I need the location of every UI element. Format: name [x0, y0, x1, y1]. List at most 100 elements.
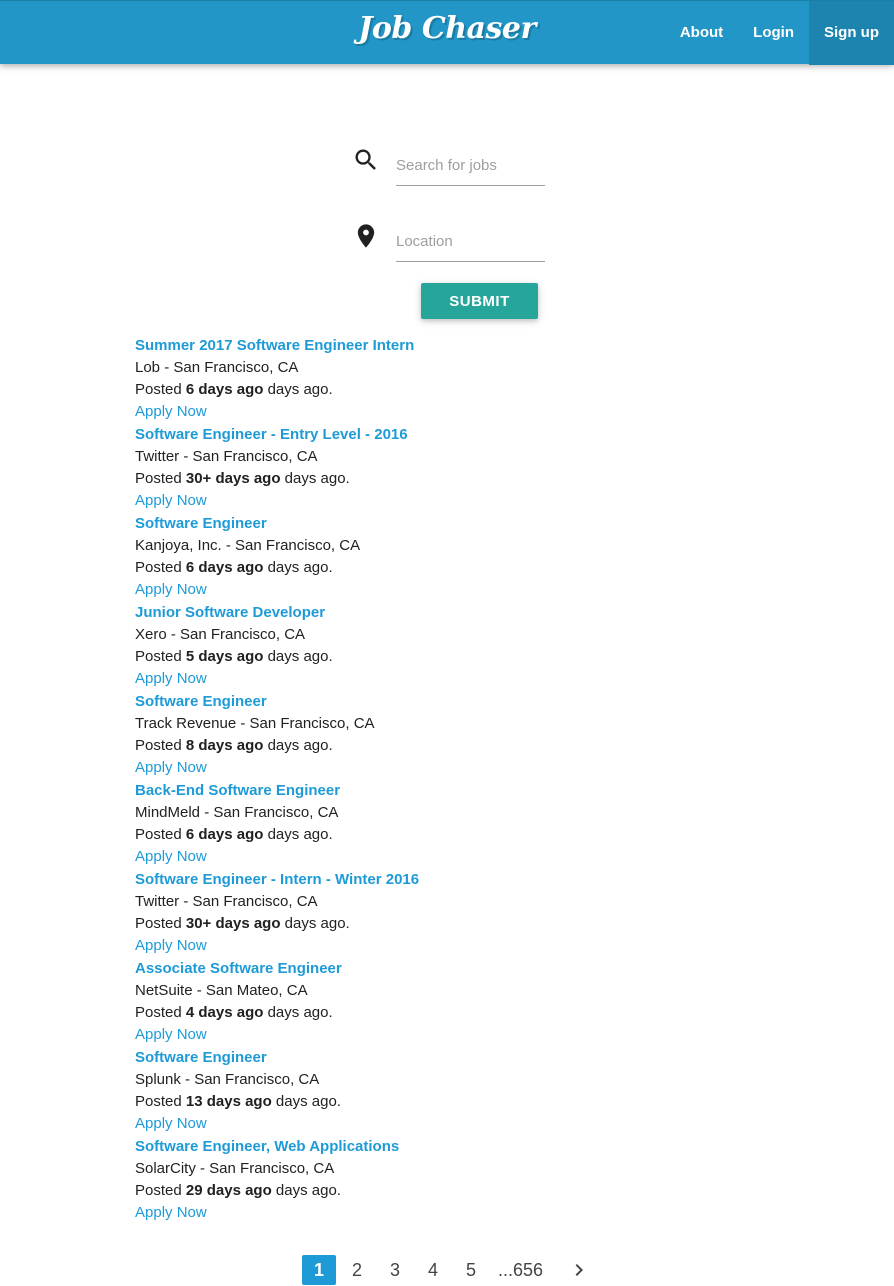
job-item: Software Engineer - Intern - Winter 2016… [135, 869, 735, 958]
posted-age: 30+ days ago [185, 470, 281, 487]
posted-prefix: Posted [135, 826, 186, 843]
posted-prefix: Posted [135, 1004, 186, 1021]
posted-age: 8 days ago [185, 737, 264, 754]
job-title-link[interactable]: Software Engineer [135, 513, 735, 535]
posted-suffix: days ago. [263, 381, 333, 398]
job-title-link[interactable]: Software Engineer, Web Applications [135, 1136, 735, 1158]
nav-login-link[interactable]: Login [738, 1, 809, 65]
posted-age: 5 days ago [185, 648, 264, 665]
posted-age: 4 days ago [185, 1004, 264, 1021]
job-title-link[interactable]: Junior Software Developer [135, 602, 735, 624]
posted-age: 6 days ago [185, 559, 264, 576]
posted-prefix: Posted [135, 470, 186, 487]
posted-suffix: days ago. [271, 1093, 341, 1110]
job-company-location: Track Revenue - San Francisco, CA [135, 715, 375, 732]
job-posted: Posted 30+ days ago days ago. [135, 913, 735, 935]
page-4-button[interactable]: 4 [416, 1255, 450, 1285]
job-posted: Posted 6 days ago days ago. [135, 557, 735, 579]
job-list: Summer 2017 Software Engineer Intern Lob… [135, 335, 735, 1225]
job-title-link[interactable]: Software Engineer - Entry Level - 2016 [135, 424, 735, 446]
job-item: Software Engineer Track Revenue - San Fr… [135, 691, 735, 780]
apply-now-link[interactable]: Apply Now [135, 757, 735, 779]
job-title-link[interactable]: Software Engineer [135, 1047, 735, 1069]
posted-age: 30+ days ago [185, 915, 281, 932]
job-item: Associate Software Engineer NetSuite - S… [135, 958, 735, 1047]
posted-suffix: days ago. [263, 826, 333, 843]
job-company-location: SolarCity - San Francisco, CA [135, 1160, 335, 1177]
job-company-location: Lob - San Francisco, CA [135, 359, 299, 376]
job-search-input[interactable] [396, 146, 545, 186]
posted-prefix: Posted [135, 648, 186, 665]
submit-button[interactable]: SUBMIT [421, 283, 538, 319]
posted-suffix: days ago. [263, 648, 333, 665]
location-input[interactable] [396, 222, 545, 262]
job-posted: Posted 5 days ago days ago. [135, 646, 735, 668]
page-1-button[interactable]: 1 [302, 1255, 336, 1285]
job-company-location: Xero - San Francisco, CA [135, 626, 306, 643]
job-posted: Posted 30+ days ago days ago. [135, 468, 735, 490]
chevron-right-icon [575, 1264, 584, 1276]
posted-prefix: Posted [135, 737, 186, 754]
posted-age: 6 days ago [185, 381, 264, 398]
job-company-location: Twitter - San Francisco, CA [135, 893, 318, 910]
nav-links: About Login Sign up [665, 1, 894, 65]
next-page-button[interactable] [567, 1255, 591, 1285]
page-5-button[interactable]: 5 [454, 1255, 488, 1285]
location-search-row [352, 222, 546, 272]
job-title-link[interactable]: Software Engineer [135, 691, 735, 713]
job-item: Junior Software Developer Xero - San Fra… [135, 602, 735, 691]
posted-age: 29 days ago [185, 1182, 272, 1199]
page-2-button[interactable]: 2 [340, 1255, 374, 1285]
job-title-link[interactable]: Summer 2017 Software Engineer Intern [135, 335, 735, 357]
job-company-location: Kanjoya, Inc. - San Francisco, CA [135, 537, 361, 554]
posted-suffix: days ago. [263, 559, 333, 576]
job-title-link[interactable]: Associate Software Engineer [135, 958, 735, 980]
apply-now-link[interactable]: Apply Now [135, 490, 735, 512]
job-title-link[interactable]: Back-End Software Engineer [135, 780, 735, 802]
page-3-button[interactable]: 3 [378, 1255, 412, 1285]
posted-suffix: days ago. [263, 1004, 333, 1021]
page-last-button[interactable]: ...656 [492, 1255, 549, 1285]
apply-now-link[interactable]: Apply Now [135, 668, 735, 690]
apply-now-link[interactable]: Apply Now [135, 1113, 735, 1135]
job-item: Software Engineer Kanjoya, Inc. - San Fr… [135, 513, 735, 602]
job-posted: Posted 8 days ago days ago. [135, 735, 735, 757]
apply-now-link[interactable]: Apply Now [135, 846, 735, 868]
posted-suffix: days ago. [280, 915, 350, 932]
job-posted: Posted 6 days ago days ago. [135, 379, 735, 401]
posted-suffix: days ago. [280, 470, 350, 487]
posted-prefix: Posted [135, 1093, 186, 1110]
posted-prefix: Posted [135, 915, 186, 932]
job-posted: Posted 29 days ago days ago. [135, 1180, 735, 1202]
job-item: Summer 2017 Software Engineer Intern Lob… [135, 335, 735, 424]
job-posted: Posted 6 days ago days ago. [135, 824, 735, 846]
posted-prefix: Posted [135, 559, 186, 576]
job-item: Software Engineer - Entry Level - 2016 T… [135, 424, 735, 513]
job-posted: Posted 4 days ago days ago. [135, 1002, 735, 1024]
job-company-location: MindMeld - San Francisco, CA [135, 804, 339, 821]
apply-now-link[interactable]: Apply Now [135, 579, 735, 601]
job-item: Back-End Software Engineer MindMeld - Sa… [135, 780, 735, 869]
job-company-location: Splunk - San Francisco, CA [135, 1071, 320, 1088]
job-title-link[interactable]: Software Engineer - Intern - Winter 2016 [135, 869, 735, 891]
posted-suffix: days ago. [271, 1182, 341, 1199]
navbar: Job Chaser About Login Sign up [0, 0, 894, 65]
apply-now-link[interactable]: Apply Now [135, 401, 735, 423]
posted-suffix: days ago. [263, 737, 333, 754]
job-company-location: Twitter - San Francisco, CA [135, 448, 318, 465]
apply-now-link[interactable]: Apply Now [135, 935, 735, 957]
posted-prefix: Posted [135, 1182, 186, 1199]
job-company-location: NetSuite - San Mateo, CA [135, 982, 308, 999]
posted-age: 6 days ago [185, 826, 264, 843]
job-item: Software Engineer, Web Applications Sola… [135, 1136, 735, 1225]
nav-signup-link[interactable]: Sign up [809, 1, 894, 65]
job-item: Software Engineer Splunk - San Francisco… [135, 1047, 735, 1136]
pagination: 1 2 3 4 5 ...656 [302, 1254, 591, 1286]
apply-now-link[interactable]: Apply Now [135, 1024, 735, 1046]
posted-age: 13 days ago [185, 1093, 272, 1110]
nav-about-link[interactable]: About [665, 1, 738, 65]
posted-prefix: Posted [135, 381, 186, 398]
apply-now-link[interactable]: Apply Now [135, 1202, 735, 1224]
job-search-row [352, 146, 546, 196]
location-pin-icon [357, 224, 375, 248]
